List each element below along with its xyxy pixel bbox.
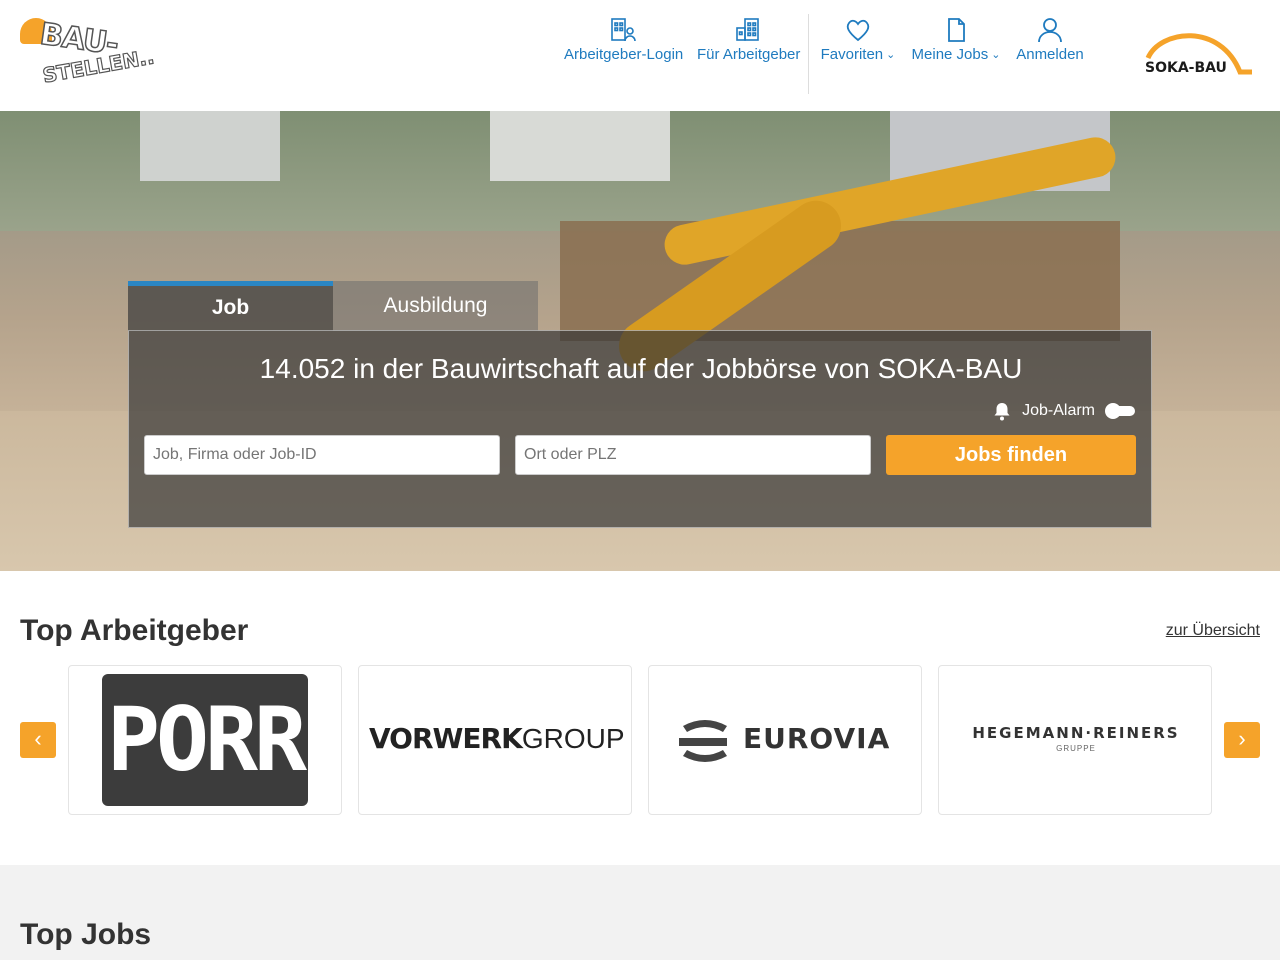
soka-bau-logo-text: SOKA-BAU — [1145, 60, 1227, 76]
job-alarm[interactable]: Job-Alarm — [992, 401, 1135, 421]
nav-login-label: Anmelden — [1016, 46, 1084, 63]
job-alarm-label: Job-Alarm — [1022, 402, 1095, 419]
heart-icon — [846, 19, 870, 42]
overview-link[interactable]: zur Übersicht — [1166, 622, 1260, 640]
user-icon — [1038, 18, 1062, 43]
nav-divider — [808, 14, 809, 94]
location-input[interactable] — [515, 435, 871, 475]
nav-favorites-label: Favoriten — [820, 46, 884, 63]
chevron-down-icon: ⌄ — [991, 49, 1001, 61]
chevron-down-icon: ⌄ — [886, 49, 896, 61]
bell-icon — [994, 403, 1010, 421]
tab-job[interactable]: Job — [128, 281, 333, 331]
document-icon — [948, 18, 965, 42]
nav-favorites[interactable]: Favoriten ⌄ — [819, 0, 897, 80]
hegemann-reiners-logo: HEGEMANN·REINERS — [972, 724, 1180, 742]
building-user-icon — [611, 18, 636, 42]
nav-for-employers[interactable]: Für Arbeitgeber — [697, 0, 801, 80]
eurovia-logo: EUROVIA — [743, 722, 891, 755]
top-jobs-section — [0, 865, 1280, 960]
site-logo[interactable]: BAU- STELLEN.. — [20, 16, 157, 90]
vorwerk-logo-bold: VORWERK — [369, 722, 523, 755]
nav-for-employers-label: Für Arbeitgeber — [697, 46, 801, 63]
porr-logo: PORR — [102, 674, 308, 806]
search-headline: 14.052 in der Bauwirtschaft auf der Jobb… — [259, 353, 1023, 384]
top-employers-title: Top Arbeitgeber — [20, 614, 249, 647]
office-building-icon — [736, 18, 759, 41]
employer-card-porr[interactable]: PORR — [68, 665, 342, 815]
vorwerk-logo-light: GROUP — [521, 723, 625, 754]
employer-card-vorwerk[interactable]: VORWERKGROUP — [358, 665, 632, 815]
nav-my-jobs-label: Meine Jobs — [911, 46, 989, 63]
top-jobs-title: Top Jobs — [20, 918, 152, 951]
hero-decor — [140, 111, 280, 181]
job-search-input[interactable] — [144, 435, 500, 475]
eurovia-emblem-icon — [679, 720, 727, 762]
nav-employer-login-label: Arbeitgeber-Login — [564, 46, 684, 63]
soka-bau-logo[interactable]: SOKA-BAU — [1140, 26, 1256, 82]
hero-decor — [490, 111, 670, 181]
find-jobs-button[interactable]: Jobs finden — [886, 435, 1136, 475]
employer-card-hegemann-reiners[interactable]: HEGEMANN·REINERS GRUPPE — [938, 665, 1212, 815]
nav-login[interactable]: Anmelden — [1015, 0, 1085, 80]
hegemann-reiners-logo-sub: GRUPPE — [1056, 744, 1096, 753]
search-tabs: Job Ausbildung — [128, 281, 538, 331]
job-alarm-toggle[interactable] — [1105, 403, 1135, 419]
vorwerk-logo: VORWERKGROUP — [369, 722, 625, 755]
carousel-next-button[interactable]: › — [1224, 722, 1260, 758]
nav-my-jobs[interactable]: Meine Jobs ⌄ — [911, 0, 1001, 80]
search-panel: 14.052 in der Bauwirtschaft auf der Jobb… — [128, 330, 1152, 528]
employer-card-eurovia[interactable]: EUROVIA — [648, 665, 922, 815]
carousel-prev-button[interactable]: ‹ — [20, 722, 56, 758]
site-header: BAU- STELLEN.. Arbeitgeber-Login Für Arb… — [0, 0, 1280, 111]
nav-employer-login[interactable]: Arbeitgeber-Login — [564, 0, 684, 80]
tab-ausbildung[interactable]: Ausbildung — [333, 281, 538, 331]
